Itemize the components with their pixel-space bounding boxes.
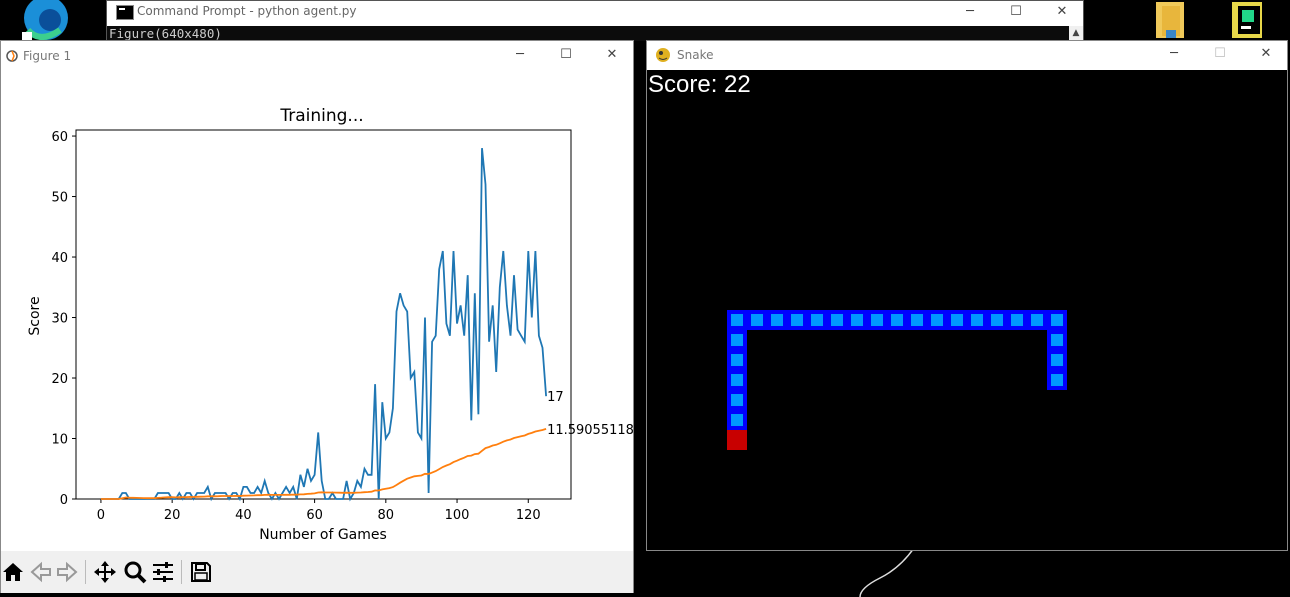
- snake-segment-inner: [931, 314, 943, 326]
- y-tick-label: 0: [60, 493, 68, 508]
- figure-toolbar: [1, 551, 633, 593]
- snake-segment-inner: [851, 314, 863, 326]
- snake-segment-inner: [731, 354, 743, 366]
- food: [727, 430, 747, 450]
- configure-icon[interactable]: [151, 560, 175, 584]
- snake-body: [727, 310, 1067, 430]
- command-prompt-window[interactable]: Command Prompt - python agent.py ─ ☐ ✕ F…: [106, 0, 1085, 41]
- back-icon[interactable]: [29, 560, 53, 584]
- snake-segment-inner: [731, 334, 743, 346]
- cmd-scroll-up-button[interactable]: ▲: [1069, 26, 1083, 41]
- snake-segment-inner: [1051, 314, 1063, 326]
- cmd-app-icon: [116, 5, 134, 20]
- scores-line: [100, 148, 547, 502]
- snake-segment-inner: [811, 314, 823, 326]
- figure-window[interactable]: Figure 1 ─ ☐ ✕ Training... 0 20 40 60 80 100 1…: [0, 40, 634, 593]
- figure-title: Figure 1: [23, 49, 72, 63]
- cmd-minimize-button[interactable]: ─: [947, 1, 993, 25]
- snake-close-button[interactable]: ✕: [1243, 43, 1289, 67]
- x-tick-label: 40: [235, 508, 252, 523]
- folder-icon[interactable]: [1150, 0, 1190, 40]
- snake-segment-inner: [731, 374, 743, 386]
- scores-end-label: 17: [547, 390, 564, 405]
- toolbar-separator: [85, 560, 86, 584]
- snake-segment-inner: [1031, 314, 1043, 326]
- y-tick-label: 60: [51, 130, 68, 145]
- snake-window[interactable]: Snake ─ ☐ ✕ Score: 22: [646, 40, 1288, 551]
- snake-segment-inner: [951, 314, 963, 326]
- snake-segment-inner: [831, 314, 843, 326]
- x-tick-label: 60: [306, 508, 323, 523]
- y-tick-label: 20: [51, 372, 68, 387]
- snake-segment-inner: [751, 314, 763, 326]
- edge-icon[interactable]: [20, 0, 72, 40]
- snake-segment-inner: [771, 314, 783, 326]
- y-axis-label: Score: [27, 296, 43, 335]
- snake-segment-inner: [971, 314, 983, 326]
- cmd-title: Command Prompt - python agent.py: [137, 4, 357, 18]
- home-icon[interactable]: [1, 560, 25, 584]
- chart-plot-area: 17 11.590551181102363: [100, 148, 633, 502]
- snake-titlebar[interactable]: Snake ─ ☐ ✕: [647, 41, 1287, 70]
- zoom-icon[interactable]: [123, 560, 147, 584]
- figure-titlebar[interactable]: Figure 1 ─ ☐ ✕: [1, 41, 633, 71]
- snake-segment-inner: [891, 314, 903, 326]
- y-tick-label: 30: [51, 312, 68, 327]
- snake-segment-inner: [1051, 354, 1063, 366]
- snake-segment-inner: [911, 314, 923, 326]
- figure-minimize-button[interactable]: ─: [497, 44, 543, 68]
- x-axis-label: Number of Games: [259, 527, 387, 543]
- snake-title: Snake: [677, 48, 714, 62]
- y-tick-label: 40: [51, 251, 68, 266]
- x-tick-label: 0: [97, 508, 105, 523]
- x-tick-label: 80: [378, 508, 395, 523]
- y-tick-label: 10: [51, 433, 68, 448]
- snake-segment-inner: [731, 394, 743, 406]
- snake-segment-inner: [1011, 314, 1023, 326]
- x-tick-label: 20: [164, 508, 181, 523]
- snake-minimize-button[interactable]: ─: [1151, 43, 1197, 67]
- cmd-close-button[interactable]: ✕: [1039, 1, 1085, 25]
- figure-app-icon: [5, 48, 19, 62]
- cmd-console[interactable]: Figure(640x480) ▲: [107, 26, 1083, 41]
- snake-segment-inner: [871, 314, 883, 326]
- figure-maximize-button[interactable]: ☐: [543, 44, 589, 68]
- save-icon[interactable]: [189, 560, 213, 584]
- y-tick-label: 50: [51, 191, 68, 206]
- cmd-output: Figure(640x480): [109, 26, 222, 41]
- toolbar-separator: [181, 560, 182, 584]
- snake-segment-inner: [1051, 334, 1063, 346]
- pycharm-icon[interactable]: [1228, 0, 1268, 40]
- training-chart[interactable]: Training... 0 20 40 60 80 100 120 0 10 20 30 40 50 60…: [1, 71, 633, 551]
- snake-segment-inner: [731, 414, 743, 426]
- snake-segment-inner: [791, 314, 803, 326]
- forward-icon[interactable]: [55, 560, 79, 584]
- figure-close-button[interactable]: ✕: [589, 44, 635, 68]
- mean_scores-end-label: 11.590551181102363: [547, 423, 633, 438]
- snake-segment-inner: [991, 314, 1003, 326]
- cmd-maximize-button[interactable]: ☐: [993, 1, 1039, 25]
- snake-app-icon: [655, 47, 671, 63]
- x-tick-label: 120: [516, 508, 541, 523]
- background-line: [859, 548, 915, 597]
- snake-segment-inner: [731, 314, 743, 326]
- chart-title: Training...: [279, 106, 363, 126]
- game-board[interactable]: [647, 70, 1287, 550]
- x-tick-label: 100: [445, 508, 470, 523]
- snake-segment-inner: [1051, 374, 1063, 386]
- snake-maximize-button[interactable]: ☐: [1197, 43, 1243, 67]
- pan-icon[interactable]: [93, 560, 117, 584]
